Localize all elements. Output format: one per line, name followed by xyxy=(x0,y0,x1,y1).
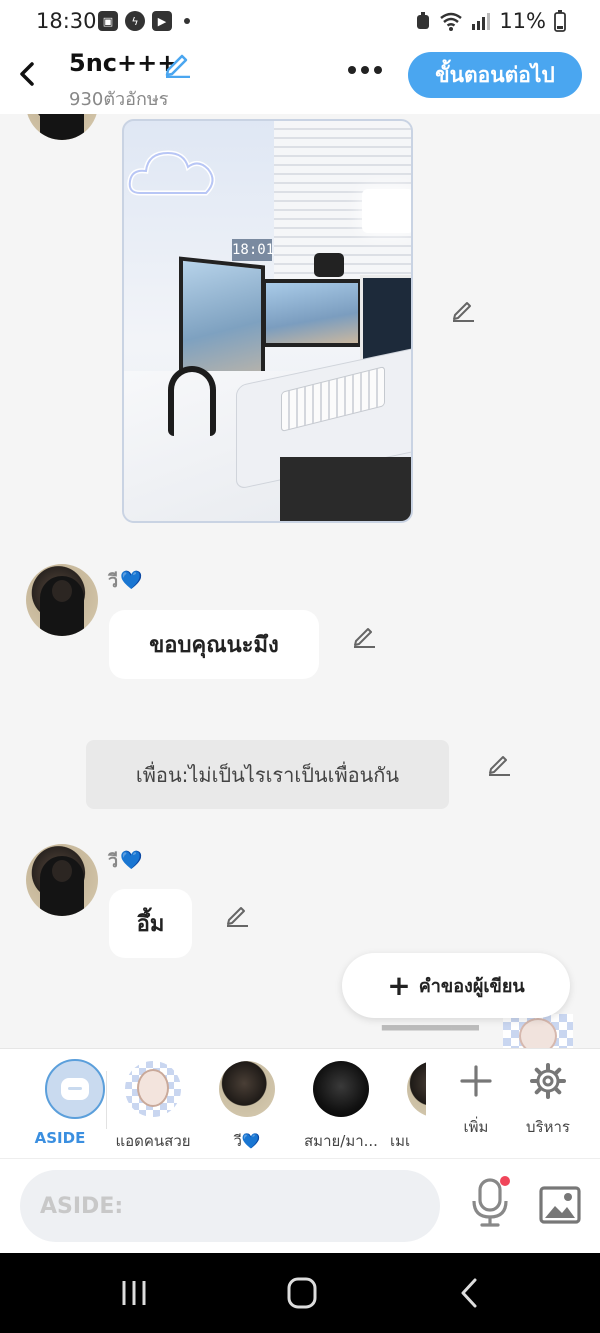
youtube-notification-icon: ▶ xyxy=(152,11,172,31)
neon-cloud-decor xyxy=(127,150,215,196)
back-icon[interactable] xyxy=(14,58,42,90)
more-notifications-dot-icon xyxy=(184,18,190,24)
character-avatar xyxy=(407,1061,426,1117)
battery-percent: 11% xyxy=(499,9,546,33)
edit-message-pencil-icon[interactable] xyxy=(351,622,377,648)
character-avatar xyxy=(219,1061,275,1117)
character-item[interactable]: สมาย/มา... xyxy=(296,1049,386,1159)
character-item[interactable]: แอดคนสวย xyxy=(108,1049,198,1159)
divider xyxy=(106,1071,107,1129)
status-system-icons: 11% xyxy=(415,9,566,33)
next-step-button[interactable]: ขั้นตอนต่อไป xyxy=(408,52,582,98)
character-item[interactable]: วี💙 xyxy=(202,1049,292,1159)
wifi-icon xyxy=(440,12,463,31)
character-avatar[interactable] xyxy=(26,114,98,140)
system-navigation-bar xyxy=(0,1253,600,1333)
message-input[interactable] xyxy=(20,1170,440,1242)
character-avatar[interactable] xyxy=(26,564,98,636)
back-nav-icon[interactable] xyxy=(450,1275,490,1311)
more-options-button[interactable] xyxy=(348,66,382,74)
sender-name: วี 💙 xyxy=(108,850,143,872)
character-item[interactable]: เมเ xyxy=(390,1049,426,1159)
signal-icon xyxy=(472,13,491,30)
home-icon[interactable] xyxy=(282,1275,322,1311)
character-selector-bar: ASIDE แอดคนสวย วี💙 สมาย/มา... เมเ เพิ่ม … xyxy=(0,1048,600,1159)
chat-area[interactable]: 18:01 วี 💙 ขอบคุณนะมึง เพื่อน:ไม่เป็นไรเร… xyxy=(0,114,600,1048)
gallery-notification-icon: ▣ xyxy=(98,11,118,31)
status-bar: 18:30 ▣ ϟ ▶ 11% xyxy=(0,0,600,44)
blue-heart-icon: 💙 xyxy=(120,570,143,591)
more-dot-icon xyxy=(374,66,382,74)
status-time: 18:30 xyxy=(36,9,97,33)
add-character-button[interactable]: เพิ่ม xyxy=(441,1049,511,1159)
edit-title-pencil-icon[interactable] xyxy=(162,48,192,78)
edit-message-pencil-icon[interactable] xyxy=(224,901,250,927)
edit-message-pencil-icon[interactable] xyxy=(486,750,512,776)
character-avatar xyxy=(125,1061,181,1117)
recent-apps-icon[interactable] xyxy=(114,1275,154,1311)
alarm-icon xyxy=(417,12,430,29)
message-bubble[interactable]: อึ้ม xyxy=(109,889,192,958)
character-avatar xyxy=(313,1061,369,1117)
character-aside[interactable]: ASIDE xyxy=(15,1049,105,1159)
edit-message-pencil-icon[interactable] xyxy=(450,296,476,322)
message-bubble[interactable]: ขอบคุณนะมึง xyxy=(109,610,319,679)
sender-name: วี 💙 xyxy=(108,570,143,592)
character-count: 930ตัวอักษร xyxy=(69,89,169,110)
blue-heart-icon: 💙 xyxy=(120,850,143,871)
narration-bubble[interactable]: เพื่อน:ไม่เป็นไรเราเป็นเพื่อนกัน xyxy=(86,740,449,809)
recording-badge-dot xyxy=(500,1176,510,1186)
aside-icon xyxy=(45,1059,105,1119)
desk-clock: 18:01 xyxy=(232,239,274,261)
messenger-notification-icon: ϟ xyxy=(125,11,145,31)
partial-character-avatar xyxy=(503,1014,573,1048)
story-header: 5nc+++ 930ตัวอักษร ขั้นตอนต่อไป xyxy=(0,44,600,114)
plus-icon: + xyxy=(387,968,411,1002)
more-dot-icon xyxy=(348,66,356,74)
image-message[interactable]: 18:01 xyxy=(122,119,413,523)
status-notification-icons: ▣ ϟ ▶ xyxy=(98,11,190,31)
battery-icon xyxy=(554,10,566,32)
manage-characters-button[interactable]: บริหาร xyxy=(513,1049,583,1159)
author-note-button[interactable]: + คำของผู้เขียน xyxy=(342,953,570,1018)
character-avatar[interactable] xyxy=(26,844,98,916)
compose-bar xyxy=(0,1158,600,1253)
gear-icon xyxy=(530,1063,566,1099)
image-upload-icon[interactable] xyxy=(538,1185,582,1225)
plus-icon xyxy=(460,1065,492,1097)
more-dot-icon xyxy=(361,66,369,74)
